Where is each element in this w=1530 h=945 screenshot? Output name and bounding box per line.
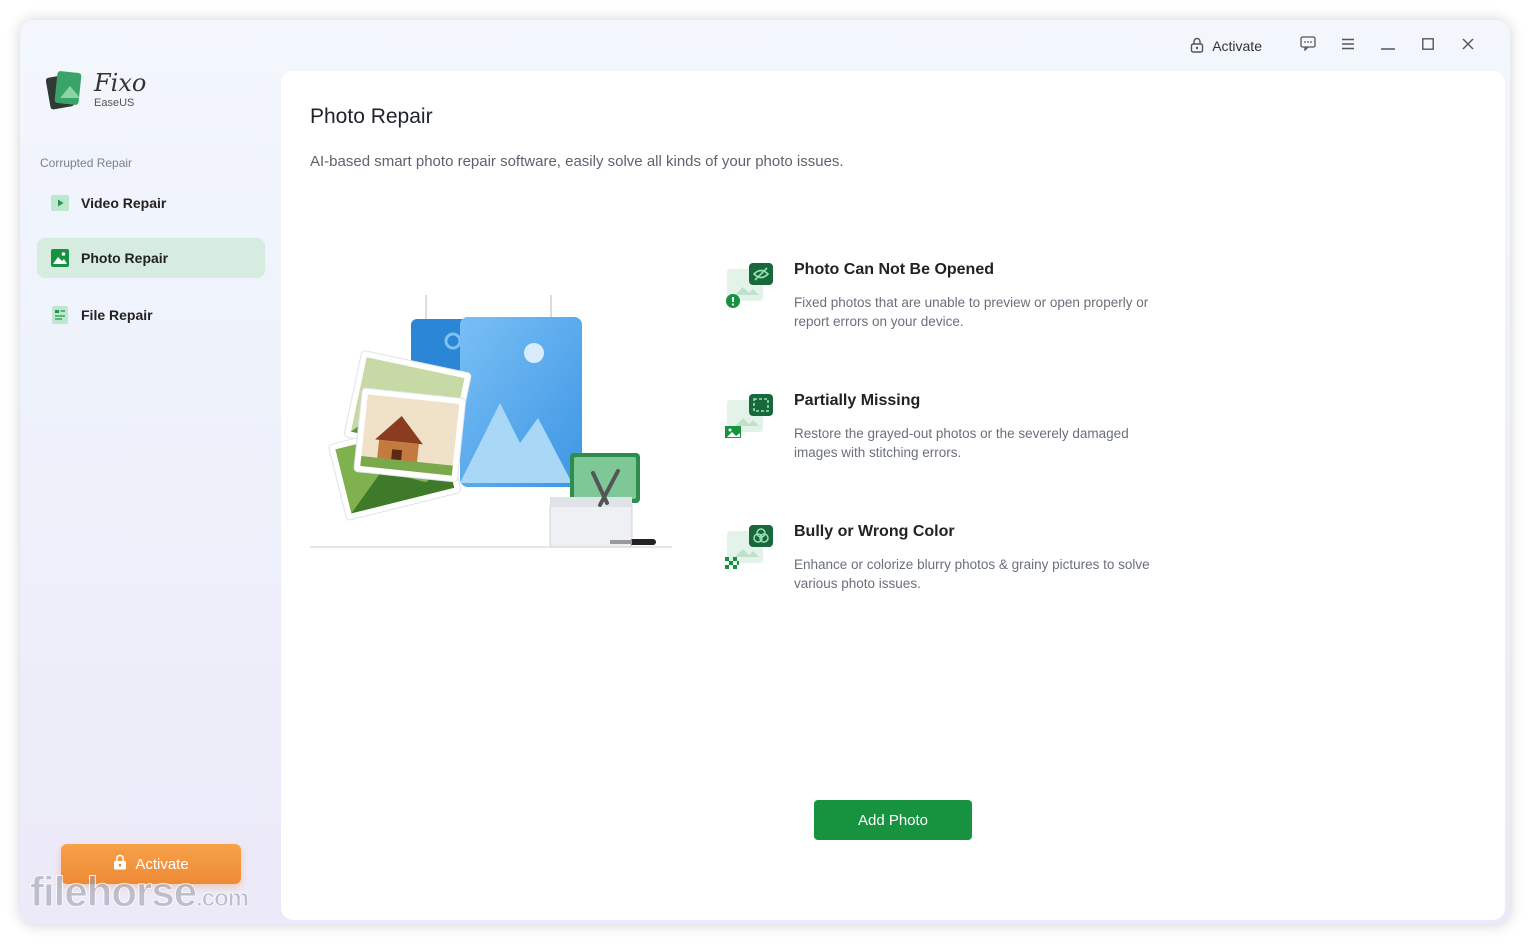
sidebar-item-label: Video Repair bbox=[81, 195, 167, 211]
feature-title: Bully or Wrong Color bbox=[794, 523, 955, 540]
page-title: Photo Repair bbox=[310, 105, 433, 128]
maximize-icon bbox=[1422, 37, 1434, 55]
add-photo-button[interactable]: Add Photo bbox=[814, 800, 972, 840]
menu-button[interactable] bbox=[1328, 34, 1368, 58]
close-icon bbox=[1462, 37, 1474, 55]
feature-title: Partially Missing bbox=[794, 392, 921, 409]
lock-icon bbox=[1190, 37, 1204, 56]
feature-title: Photo Can Not Be Opened bbox=[794, 261, 994, 278]
sidebar-item-file-repair[interactable]: File Repair bbox=[37, 295, 265, 335]
minimize-icon bbox=[1381, 37, 1395, 55]
minimize-button[interactable] bbox=[1368, 34, 1408, 58]
photo-icon bbox=[50, 248, 70, 268]
eye-off-icon bbox=[723, 261, 775, 313]
feedback-button[interactable] bbox=[1288, 34, 1328, 58]
sidebar-item-video-repair[interactable]: Video Repair bbox=[37, 183, 265, 223]
vendor-name: EaseUS bbox=[94, 97, 135, 109]
menu-icon bbox=[1341, 37, 1355, 55]
feature-description: Enhance or colorize blurry photos & grai… bbox=[794, 557, 1150, 591]
app-name: Fixo bbox=[94, 69, 147, 97]
fixo-logo-icon bbox=[45, 68, 86, 112]
sidebar-item-photo-repair[interactable]: Photo Repair bbox=[37, 238, 265, 278]
close-button[interactable] bbox=[1448, 34, 1488, 58]
titlebar-activate-button[interactable]: Activate bbox=[1190, 37, 1262, 56]
color-palette-icon bbox=[723, 523, 775, 575]
app-window: Activate Fixo EaseUS Corrupted Repair Vi… bbox=[20, 20, 1510, 925]
video-icon bbox=[50, 193, 70, 213]
feature-description: Fixed photos that are unable to preview … bbox=[794, 295, 1149, 329]
crop-icon bbox=[723, 392, 775, 444]
watermark: filehorse.com bbox=[29, 868, 249, 916]
app-logo: Fixo EaseUS bbox=[45, 68, 147, 112]
photo-repair-illustration bbox=[310, 293, 672, 555]
sidebar-section-label: Corrupted Repair bbox=[40, 156, 133, 170]
maximize-button[interactable] bbox=[1408, 34, 1448, 58]
page-subtitle: AI-based smart photo repair software, ea… bbox=[310, 153, 844, 170]
titlebar-controls: Activate bbox=[1190, 34, 1488, 58]
main-panel: Photo Repair AI-based smart photo repair… bbox=[281, 71, 1505, 920]
feedback-icon bbox=[1300, 36, 1316, 56]
titlebar-activate-label: Activate bbox=[1212, 38, 1262, 54]
feature-description: Restore the grayed-out photos or the sev… bbox=[794, 426, 1129, 460]
sidebar-item-label: Photo Repair bbox=[81, 250, 169, 266]
file-icon bbox=[50, 305, 70, 325]
sidebar-item-label: File Repair bbox=[81, 307, 153, 323]
